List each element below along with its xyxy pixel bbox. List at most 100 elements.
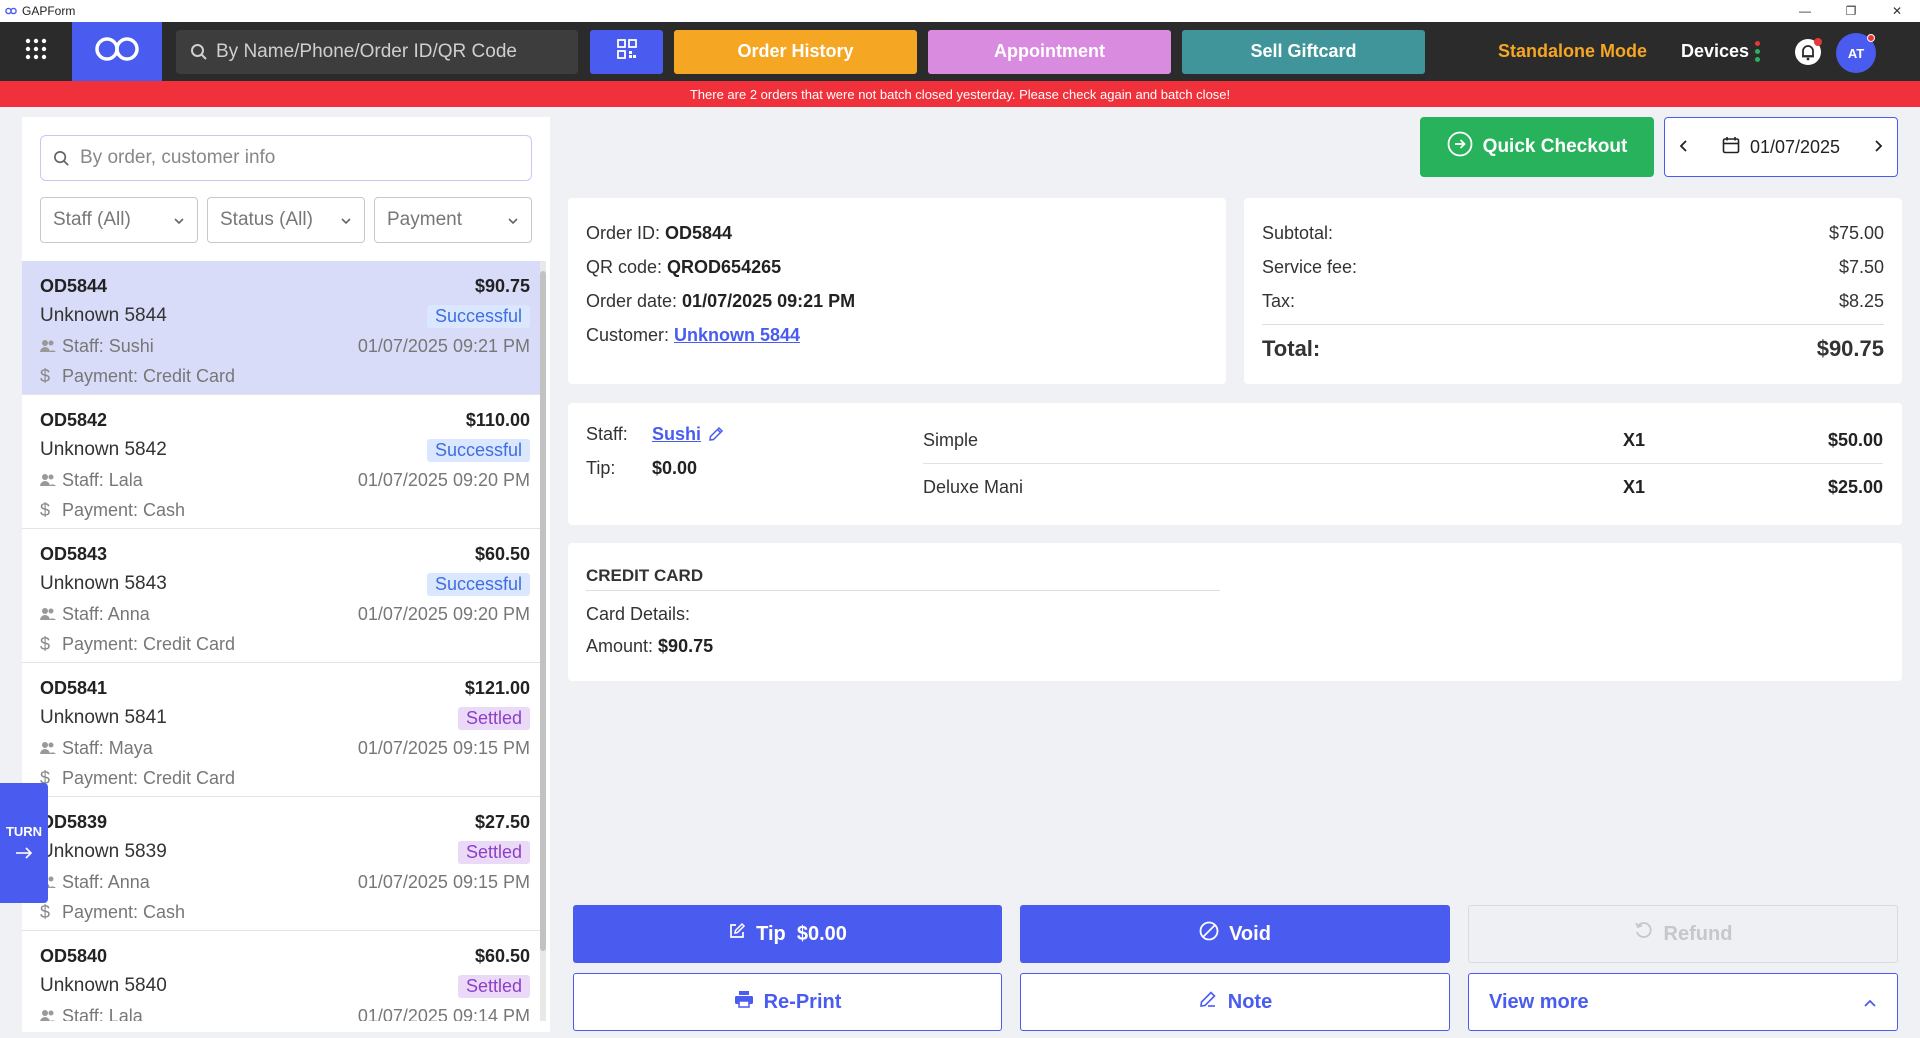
staff-items-card: Staff: Sushi Tip: $0.00 Simple X1 $50.00 D… bbox=[568, 403, 1902, 525]
selected-date: 01/07/2025 bbox=[1749, 136, 1841, 157]
order-list-scrollbar[interactable] bbox=[540, 261, 546, 1021]
order-list-item[interactable]: OD5839 $27.50 Unknown 5839 Settled Staff: … bbox=[22, 797, 542, 931]
order-info-card: Order ID: OD5844 QR code: QROD654265 Order… bbox=[568, 198, 1226, 384]
bell-icon bbox=[1794, 39, 1822, 70]
order-list-item[interactable]: OD5842 $110.00 Unknown 5842 Successful Sta… bbox=[22, 395, 542, 529]
order-datetime: 01/07/2025 09:14 PM bbox=[357, 1005, 530, 1022]
notifications-button[interactable] bbox=[1794, 38, 1822, 66]
next-day-button[interactable] bbox=[1873, 137, 1883, 158]
turn-label: TURN bbox=[5, 824, 43, 839]
standalone-mode-label[interactable]: Standalone Mode bbox=[1498, 22, 1647, 81]
app-menu-button[interactable] bbox=[0, 22, 72, 81]
service-item-row: Deluxe Mani X1 $25.00 bbox=[923, 464, 1883, 511]
payment-filter-select[interactable]: Payment bbox=[374, 197, 532, 243]
staff-link[interactable]: Sushi bbox=[652, 424, 701, 445]
order-customer: Unknown 5841 bbox=[40, 707, 167, 728]
order-list-item[interactable]: OD5840 $60.50 Unknown 5840 Settled Staff: … bbox=[22, 931, 542, 1021]
payment-card: CREDIT CARD Card Details: Amount: $90.75 bbox=[568, 543, 1902, 681]
devices-label: Devices bbox=[1681, 41, 1750, 61]
tip-button[interactable]: Tip $0.00 bbox=[573, 905, 1002, 963]
staff-filter-select[interactable]: Staff (All) bbox=[40, 197, 198, 243]
status-filter-select[interactable]: Status (All) bbox=[207, 197, 365, 243]
order-search-placeholder: By order, customer info bbox=[80, 147, 276, 168]
view-more-button[interactable]: View more bbox=[1468, 973, 1898, 1031]
order-list-item[interactable]: OD5843 $60.50 Unknown 5843 Successful Staf… bbox=[22, 529, 542, 663]
order-amount: $60.50 bbox=[474, 543, 530, 564]
order-id: OD5842 bbox=[40, 409, 108, 430]
search-icon bbox=[190, 43, 208, 61]
restore-button[interactable]: ❐ bbox=[1828, 0, 1874, 22]
order-staff: Staff: Maya bbox=[62, 737, 153, 758]
subtotal-value: $75.00 bbox=[1828, 222, 1884, 243]
app-logo-icon bbox=[4, 4, 18, 18]
status-badge: Settled bbox=[457, 840, 530, 864]
order-payment: Payment: Cash bbox=[62, 901, 186, 922]
order-list-item[interactable]: OD5844 $90.75 Unknown 5844 Successful Staf… bbox=[22, 261, 542, 395]
scrollbar-thumb[interactable] bbox=[540, 271, 546, 951]
edit-box-icon bbox=[728, 922, 746, 946]
service-name: Deluxe Mani bbox=[923, 477, 1024, 497]
status-badge: Successful bbox=[426, 572, 530, 596]
device-status-icon bbox=[1755, 41, 1761, 62]
order-amount: $110.00 bbox=[465, 409, 530, 430]
order-id: OD5840 bbox=[40, 945, 108, 966]
service-item-row: Simple X1 $50.00 bbox=[923, 417, 1883, 464]
customer-link[interactable]: Unknown 5844 bbox=[674, 325, 800, 346]
tax-label: Tax: bbox=[1262, 290, 1296, 311]
global-search-input[interactable]: By Name/Phone/Order ID/QR Code bbox=[176, 29, 578, 74]
qr-scan-button[interactable] bbox=[590, 29, 663, 74]
status-badge: Successful bbox=[426, 438, 530, 462]
order-amount: $27.50 bbox=[474, 811, 530, 832]
staff-icon bbox=[40, 473, 62, 487]
order-amount: $60.50 bbox=[474, 945, 530, 966]
order-amount: $90.75 bbox=[474, 275, 530, 296]
turn-panel-tab[interactable]: TURN bbox=[0, 783, 48, 903]
service-name: Simple bbox=[923, 429, 979, 450]
infinity-logo-icon bbox=[94, 36, 140, 67]
chevron-down-icon bbox=[173, 209, 185, 231]
order-customer: Unknown 5840 bbox=[40, 975, 167, 996]
printer-icon bbox=[734, 989, 754, 1015]
pencil-icon bbox=[1198, 989, 1218, 1015]
service-price: $50.00 bbox=[1827, 429, 1883, 450]
chevron-up-icon bbox=[1863, 991, 1877, 1014]
totals-divider bbox=[1262, 324, 1884, 325]
quick-checkout-button[interactable]: Quick Checkout bbox=[1420, 117, 1654, 177]
notification-dot bbox=[1814, 38, 1822, 46]
devices-button[interactable]: Devices bbox=[1681, 22, 1761, 81]
staff-label: Staff: bbox=[586, 423, 628, 444]
order-history-button[interactable]: Order History bbox=[674, 29, 917, 74]
order-customer: Unknown 5843 bbox=[40, 573, 167, 594]
appointment-button[interactable]: Appointment bbox=[928, 29, 1171, 74]
order-list-item[interactable]: OD5841 $121.00 Unknown 5841 Settled Staff:… bbox=[22, 663, 542, 797]
note-button[interactable]: Note bbox=[1020, 973, 1450, 1031]
close-button[interactable]: ✕ bbox=[1874, 0, 1920, 22]
order-amount: $121.00 bbox=[464, 677, 530, 698]
chevron-down-icon bbox=[340, 209, 352, 231]
order-payment: Payment: Credit Card bbox=[62, 365, 236, 386]
batch-close-alert: There are 2 orders that were not batch c… bbox=[0, 81, 1920, 107]
order-payment: Payment: Credit Card bbox=[62, 633, 236, 654]
reprint-button[interactable]: Re-Print bbox=[573, 973, 1002, 1031]
void-button[interactable]: Void bbox=[1020, 905, 1450, 963]
previous-day-button[interactable] bbox=[1679, 137, 1689, 158]
dollar-icon: $ bbox=[40, 901, 51, 922]
qr-code-value: QROD654265 bbox=[667, 256, 782, 277]
order-staff: Staff: Anna bbox=[62, 871, 150, 892]
qr-code-label: QR code: bbox=[586, 256, 663, 277]
order-payment: Payment: Cash bbox=[62, 499, 186, 520]
staff-icon bbox=[40, 1009, 62, 1021]
user-avatar[interactable]: AT bbox=[1836, 33, 1876, 73]
tip-label: Tip: bbox=[586, 457, 616, 478]
refund-button[interactable]: Refund bbox=[1468, 905, 1898, 963]
home-logo-button[interactable] bbox=[72, 22, 162, 81]
service-qty: X1 bbox=[1623, 429, 1646, 450]
order-search-input[interactable]: By order, customer info bbox=[40, 135, 532, 181]
sell-giftcard-button[interactable]: Sell Giftcard bbox=[1182, 29, 1425, 74]
minimize-button[interactable]: — bbox=[1782, 0, 1828, 22]
order-id-value: OD5844 bbox=[665, 222, 733, 243]
date-picker-field[interactable]: 01/07/2025 bbox=[1722, 136, 1840, 159]
calendar-icon bbox=[1722, 136, 1740, 159]
edit-staff-icon[interactable] bbox=[707, 425, 725, 443]
dollar-icon: $ bbox=[40, 633, 51, 654]
